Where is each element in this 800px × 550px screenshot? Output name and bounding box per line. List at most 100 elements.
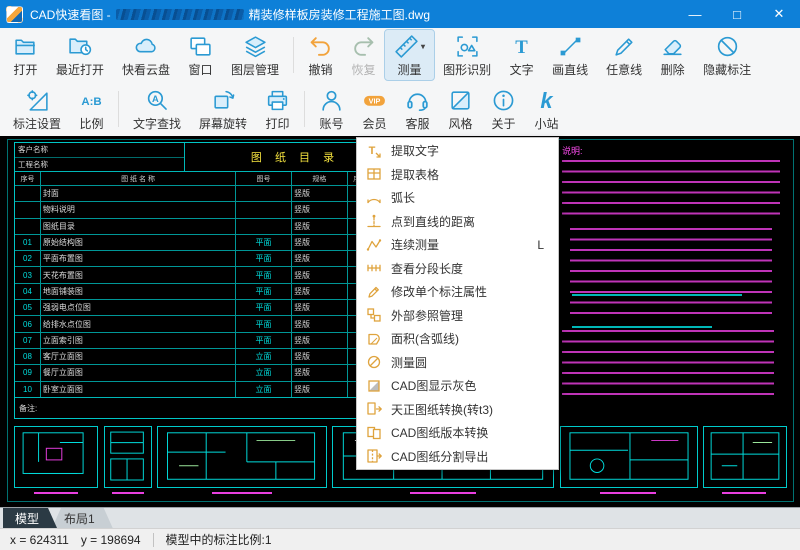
table-footer-note: 备注:: [19, 403, 37, 414]
area-with-arc-icon: [366, 331, 382, 347]
open-button[interactable]: 打开: [4, 30, 47, 80]
recent-open-button[interactable]: 最近打开: [47, 30, 113, 80]
draw-line-button[interactable]: 画直线: [543, 30, 597, 80]
annotation-scale-readout: 模型中的标注比例:1: [166, 531, 272, 548]
close-button[interactable]: ✕: [758, 0, 800, 28]
thumbnail-caption: [600, 492, 656, 494]
menu-shortcut: L: [537, 238, 544, 252]
measure-button[interactable]: ▾ 测量: [385, 30, 434, 80]
measure-circle-icon: [366, 354, 382, 370]
version-convert-icon: [366, 425, 382, 441]
table-title: 图 纸 目 录: [251, 149, 339, 165]
point-to-line-icon: [366, 213, 382, 229]
undo-button[interactable]: 撤销: [299, 30, 342, 80]
info-icon: [491, 87, 516, 114]
app-logo-icon: [6, 6, 23, 23]
statusbar-separator: [153, 533, 154, 547]
chevron-down-icon: ▾: [421, 42, 425, 51]
text-search-button[interactable]: A 文字查找: [124, 84, 190, 134]
notes-text-lines: [570, 228, 772, 322]
app-name: CAD快速看图 -: [30, 6, 111, 23]
about-button[interactable]: 关于: [482, 84, 525, 134]
style-icon: [448, 87, 473, 114]
screen-rotate-icon: [211, 87, 236, 114]
account-button[interactable]: 账号: [310, 84, 353, 134]
menu-item-measure-circle[interactable]: 测量圆: [357, 351, 558, 375]
delete-button[interactable]: 删除: [651, 30, 694, 80]
cloud-drive-button[interactable]: 快看云盘: [113, 30, 179, 80]
status-bar: x = 624311 y = 198694 模型中的标注比例:1: [0, 528, 800, 550]
menu-item-version-convert[interactable]: CAD图纸版本转换: [357, 421, 558, 445]
scale-ab-icon: A:B: [79, 87, 104, 114]
svg-text:T: T: [369, 145, 376, 157]
menu-item-gray-display[interactable]: CAD图显示灰色: [357, 374, 558, 398]
minimize-button[interactable]: —: [674, 0, 716, 28]
redacted-file-path: [116, 9, 244, 20]
menu-item-arc-length[interactable]: 弧长: [357, 186, 558, 210]
svg-text:k: k: [540, 88, 554, 113]
toolbar-separator: [293, 37, 294, 73]
menu-item-split-export[interactable]: CAD图纸分割导出: [357, 445, 558, 469]
thumbnail-caption: [212, 492, 272, 494]
shape-recognition-icon: [455, 33, 480, 60]
notes-cyan-line: [572, 294, 742, 296]
coordinate-x-readout: x = 624311: [10, 533, 69, 547]
print-button[interactable]: 打印: [256, 84, 299, 134]
menu-item-modify-annotation-property[interactable]: 修改单个标注属性: [357, 280, 558, 304]
toolbar-separator: [304, 91, 305, 127]
redo-button[interactable]: 恢复: [342, 30, 385, 80]
floorplan-thumbnail: [560, 426, 698, 488]
menu-item-tianzheng-convert[interactable]: 天正图纸转换(转t3): [357, 398, 558, 422]
freehand-line-button[interactable]: 任意线: [597, 30, 651, 80]
headset-icon: [405, 87, 430, 114]
shape-recognition-button[interactable]: 图形识别: [434, 30, 500, 80]
tab-model[interactable]: 模型: [3, 508, 57, 528]
annotation-settings-button[interactable]: 标注设置: [4, 84, 70, 134]
notes-text-lines: [562, 330, 774, 400]
site-button[interactable]: k 小站: [525, 84, 568, 134]
undo-icon: [308, 33, 333, 60]
window-icon: [188, 33, 213, 60]
layout-tab-bar: 模型 布局1: [0, 507, 800, 528]
recent-folder-icon: [68, 33, 93, 60]
modify-annotation-icon: [366, 284, 382, 300]
svg-text:T: T: [515, 36, 528, 57]
menu-item-area-with-arc[interactable]: 面积(含弧线): [357, 327, 558, 351]
extract-table-icon: [366, 166, 382, 182]
customer-service-button[interactable]: 客服: [396, 84, 439, 134]
text-search-icon: A: [145, 87, 170, 114]
window-button[interactable]: 窗口: [179, 30, 222, 80]
layers-icon: [243, 33, 268, 60]
style-button[interactable]: 风格: [439, 84, 482, 134]
hide-annotation-button[interactable]: 隐藏标注: [694, 30, 760, 80]
menu-item-extract-table[interactable]: 提取表格: [357, 163, 558, 187]
floorplan-thumbnail: [703, 426, 787, 488]
gray-display-icon: [366, 378, 382, 394]
screen-rotate-button[interactable]: 屏幕旋转: [190, 84, 256, 134]
open-folder-icon: [13, 33, 38, 60]
window-title: CAD快速看图 - 精装修样板房装修工程施工图.dwg: [30, 6, 430, 23]
maximize-button[interactable]: □: [716, 0, 758, 28]
menu-item-segment-length[interactable]: 查看分段长度: [357, 257, 558, 281]
menu-item-point-to-line-distance[interactable]: 点到直线的距离: [357, 210, 558, 234]
xref-manager-icon: [366, 307, 382, 323]
thumbnail-caption: [34, 492, 78, 494]
layer-manager-button[interactable]: 图层管理: [222, 30, 288, 80]
scale-button[interactable]: A:B 比例: [70, 84, 113, 134]
menu-item-continuous-measure[interactable]: 连续测量 L: [357, 233, 558, 257]
extract-text-icon: T: [366, 143, 382, 159]
floorplan-thumbnail: [14, 426, 98, 488]
split-export-icon: [366, 448, 382, 464]
measure-dropdown-menu: T 提取文字 提取表格 弧长 点到直线的距离 连续测量 L 查看分段长度 修改单…: [356, 137, 559, 470]
text-button[interactable]: T 文字: [500, 30, 543, 80]
menu-item-extract-text[interactable]: T 提取文字: [357, 139, 558, 163]
menu-item-xref-manager[interactable]: 外部参照管理: [357, 304, 558, 328]
tab-layout1[interactable]: 布局1: [52, 508, 113, 528]
vip-button[interactable]: VIP 会员: [353, 84, 396, 134]
hide-annotation-icon: [715, 33, 740, 60]
segment-length-icon: [366, 260, 382, 276]
redo-icon: [351, 33, 376, 60]
vip-icon: VIP: [362, 87, 387, 114]
tianzheng-convert-icon: [366, 401, 382, 417]
cloud-icon: [134, 33, 159, 60]
